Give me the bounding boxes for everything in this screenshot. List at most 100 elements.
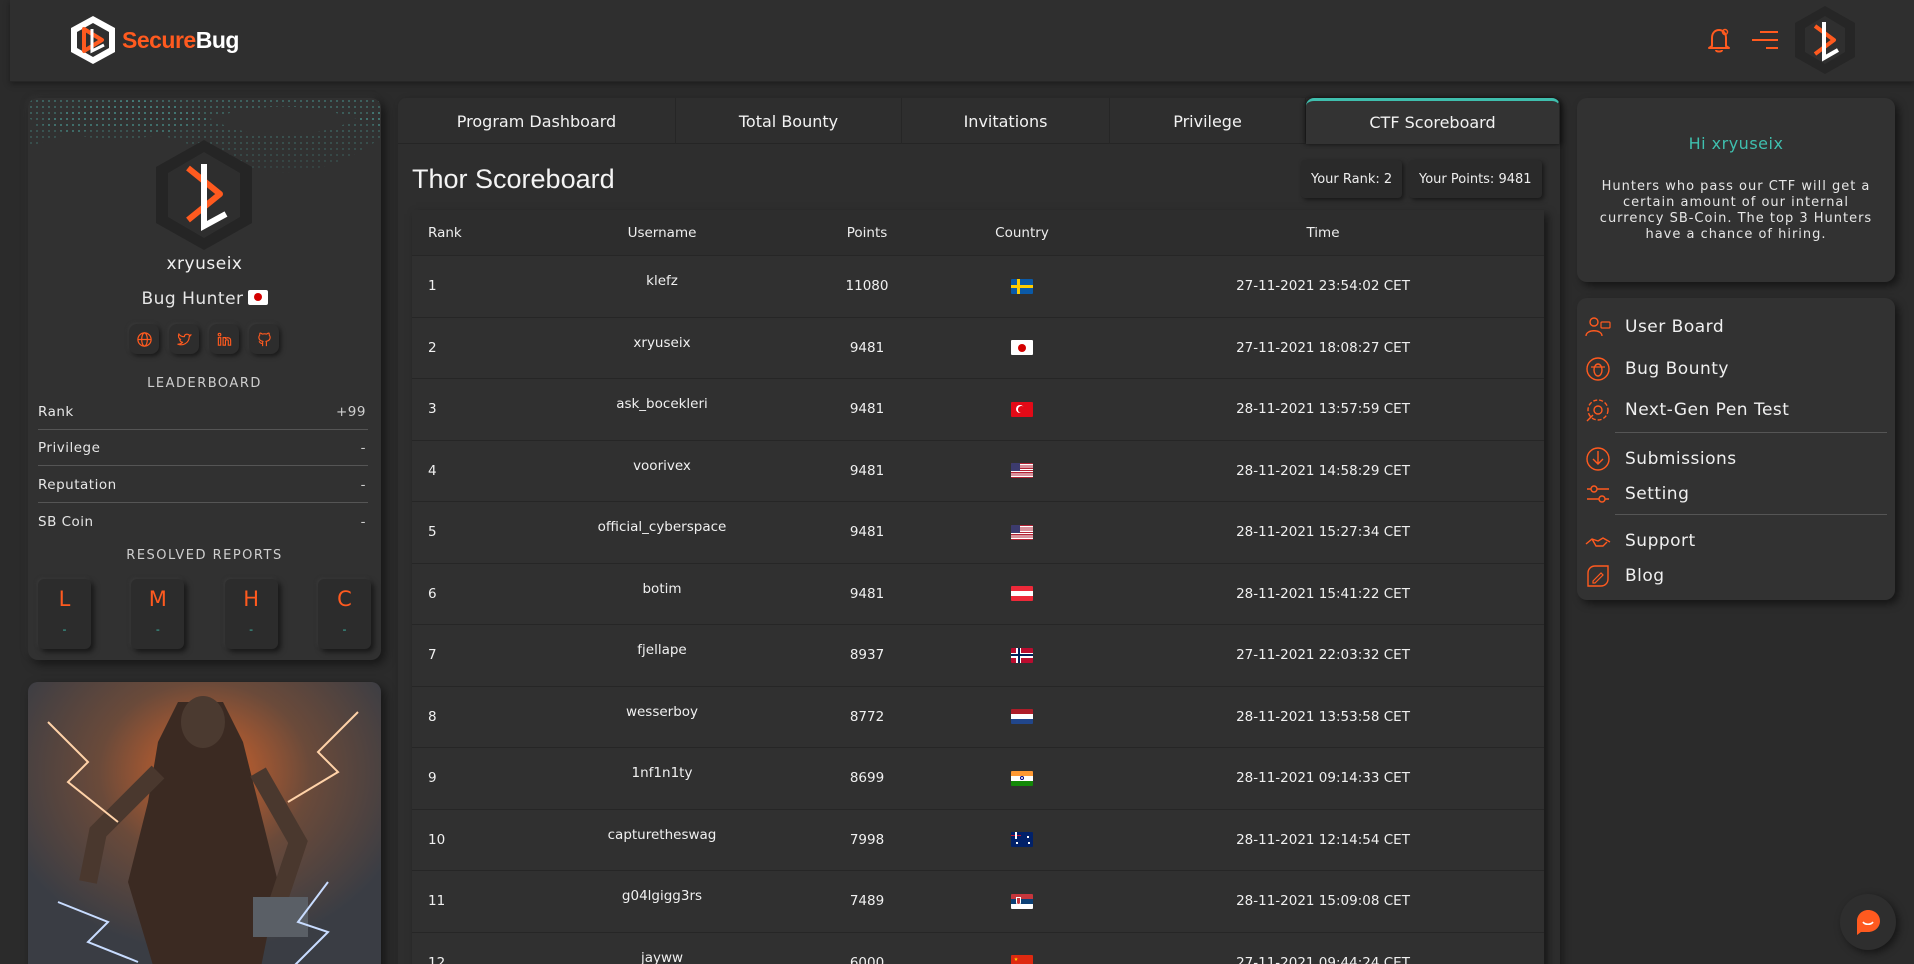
- report-low: L-: [38, 579, 91, 649]
- table-row: 5 official_cyberspace 9481 28-11-2021 15:27…: [412, 502, 1544, 564]
- brand-name: SecureBug: [122, 26, 239, 53]
- time-cell: 27-11-2021 23:54:02 CET: [1236, 278, 1410, 295]
- col-username[interactable]: Username: [532, 225, 792, 241]
- time-cell: 28-11-2021 13:53:58 CET: [1236, 708, 1410, 725]
- nav-divider: [1615, 514, 1887, 515]
- chat-button[interactable]: [1840, 894, 1896, 950]
- resolved-reports-title: RESOLVED REPORTS: [126, 548, 283, 563]
- points-cell: 9481: [849, 401, 885, 418]
- globe-icon[interactable]: [129, 324, 159, 354]
- user-avatar[interactable]: [1792, 4, 1858, 76]
- pen-test-icon: [1586, 399, 1609, 422]
- username-cell[interactable]: voorivex: [532, 458, 792, 474]
- table-row: 3 ask_bocekleri 9481 28-11-2021 13:57:59 CE…: [412, 379, 1544, 441]
- resolved-reports: L- M- H- C-: [38, 579, 371, 649]
- nav-setting[interactable]: Setting: [1583, 477, 1689, 511]
- col-rank[interactable]: Rank: [412, 225, 532, 241]
- twitter-icon[interactable]: [169, 324, 199, 354]
- username-cell[interactable]: klefz: [532, 273, 792, 289]
- jp-flag-icon: [1011, 340, 1033, 356]
- table-row: 9 1nf1n1ty 8699 28-11-2021 09:14:33 CET: [412, 748, 1544, 810]
- country-cell: [942, 832, 1102, 848]
- table-row: 1 klefz 11080 27-11-2021 23:54:02 CET: [412, 256, 1544, 318]
- rank-cell: 1: [428, 278, 437, 295]
- bug-bounty-icon: [1586, 357, 1610, 381]
- time-cell: 28-11-2021 14:58:29 CET: [1236, 462, 1410, 479]
- points-cell: 11080: [845, 278, 889, 295]
- linkedin-icon[interactable]: [209, 324, 239, 354]
- time-cell: 28-11-2021 09:14:33 CET: [1236, 770, 1410, 787]
- time-cell: 28-11-2021 13:57:59 CET: [1236, 401, 1410, 418]
- time-cell: 27-11-2021 18:08:27 CET: [1236, 339, 1410, 356]
- points-cell: 6000: [849, 954, 885, 964]
- us-flag-icon: [1011, 463, 1033, 479]
- rank-cell: 10: [428, 831, 446, 848]
- time-cell: 27-11-2021 22:03:32 CET: [1236, 647, 1410, 664]
- social-links: [129, 324, 279, 354]
- table-row: 12 jayww 6000 27-11-2021 09:44:24 CET: [412, 933, 1544, 964]
- tr-flag-icon: [1011, 401, 1033, 417]
- col-points[interactable]: Points: [792, 225, 942, 241]
- cn-flag-icon: [1011, 955, 1033, 964]
- table-row: 11 g04lgigg3rs 7489 28-11-2021 15:09:08 CET: [412, 871, 1544, 933]
- tab-total-bounty[interactable]: Total Bounty: [676, 98, 902, 144]
- submissions-icon: [1586, 447, 1610, 471]
- in-flag-icon: [1011, 770, 1033, 786]
- rank-cell: 12: [428, 954, 446, 964]
- securebug-logo[interactable]: SecureBug: [68, 14, 239, 66]
- username-cell[interactable]: wesserboy: [532, 704, 792, 720]
- rank-cell: 5: [428, 524, 437, 541]
- nav-user-board[interactable]: User Board: [1583, 310, 1724, 344]
- nav-submissions[interactable]: Submissions: [1583, 442, 1737, 476]
- nav-next-gen-pen-test[interactable]: Next-Gen Pen Test: [1583, 393, 1789, 427]
- support-icon: [1585, 537, 1611, 547]
- username-cell[interactable]: fjellape: [532, 642, 792, 658]
- country-cell: [942, 586, 1102, 602]
- points-cell: 8699: [849, 770, 885, 787]
- table-row: 7 fjellape 8937 27-11-2021 22:03:32 CET: [412, 625, 1544, 687]
- your-points-badge: Your Points: 9481: [1409, 160, 1542, 198]
- tab-privilege[interactable]: Privilege: [1110, 98, 1306, 144]
- rank-cell: 4: [428, 462, 437, 479]
- col-country[interactable]: Country: [942, 225, 1102, 241]
- username-cell[interactable]: capturetheswag: [532, 827, 792, 843]
- username-cell[interactable]: 1nf1n1ty: [532, 765, 792, 781]
- rank-cell: 9: [428, 770, 437, 787]
- bell-icon[interactable]: [1706, 26, 1732, 54]
- time-cell: 27-11-2021 09:44:24 CET: [1236, 954, 1410, 964]
- stat-privilege: Privilege -: [38, 430, 368, 466]
- tab-bar: Program Dashboard Total Bounty Invitatio…: [398, 98, 1560, 144]
- tab-program-dashboard[interactable]: Program Dashboard: [398, 98, 676, 144]
- username-cell[interactable]: official_cyberspace: [532, 519, 792, 535]
- securebug-hex-icon: [71, 16, 115, 64]
- no-flag-icon: [1011, 647, 1033, 663]
- nav-blog[interactable]: Blog: [1583, 559, 1665, 593]
- username-cell[interactable]: g04lgigg3rs: [532, 888, 792, 904]
- thor-illustration: [28, 682, 381, 964]
- nav-bug-bounty[interactable]: Bug Bounty: [1583, 352, 1729, 386]
- username-cell[interactable]: ask_bocekleri: [532, 396, 792, 412]
- points-cell: 8772: [849, 708, 885, 725]
- settings-icon: [1587, 485, 1609, 503]
- username-cell[interactable]: botim: [532, 581, 792, 597]
- table-row: 8 wesserboy 8772 28-11-2021 13:53:58 CET: [412, 687, 1544, 748]
- country-cell: [942, 647, 1102, 663]
- nav-support[interactable]: Support: [1583, 524, 1696, 558]
- tab-ctf-scoreboard[interactable]: CTF Scoreboard: [1306, 98, 1560, 144]
- greeting: Hi xryuseix: [1688, 134, 1784, 153]
- points-cell: 9481: [849, 585, 885, 602]
- table-row: 4 voorivex 9481 28-11-2021 14:58:29 CET: [412, 441, 1544, 502]
- rank-cell: 8: [428, 708, 437, 725]
- username-cell[interactable]: jayww: [532, 950, 792, 964]
- rs-flag-icon: [1011, 893, 1033, 909]
- stat-sb-coin: SB Coin -: [38, 514, 366, 530]
- menu-icon[interactable]: [1750, 28, 1780, 52]
- time-cell: 28-11-2021 15:27:34 CET: [1236, 524, 1410, 541]
- username-cell[interactable]: xryuseix: [532, 335, 792, 351]
- info-text: Hunters who pass our CTF will get a cert…: [1599, 179, 1873, 242]
- github-icon[interactable]: [249, 324, 279, 354]
- tab-invitations[interactable]: Invitations: [902, 98, 1110, 144]
- your-rank-badge: Your Rank: 2: [1301, 160, 1403, 198]
- col-time[interactable]: Time: [1102, 225, 1544, 241]
- country-cell: [942, 401, 1102, 417]
